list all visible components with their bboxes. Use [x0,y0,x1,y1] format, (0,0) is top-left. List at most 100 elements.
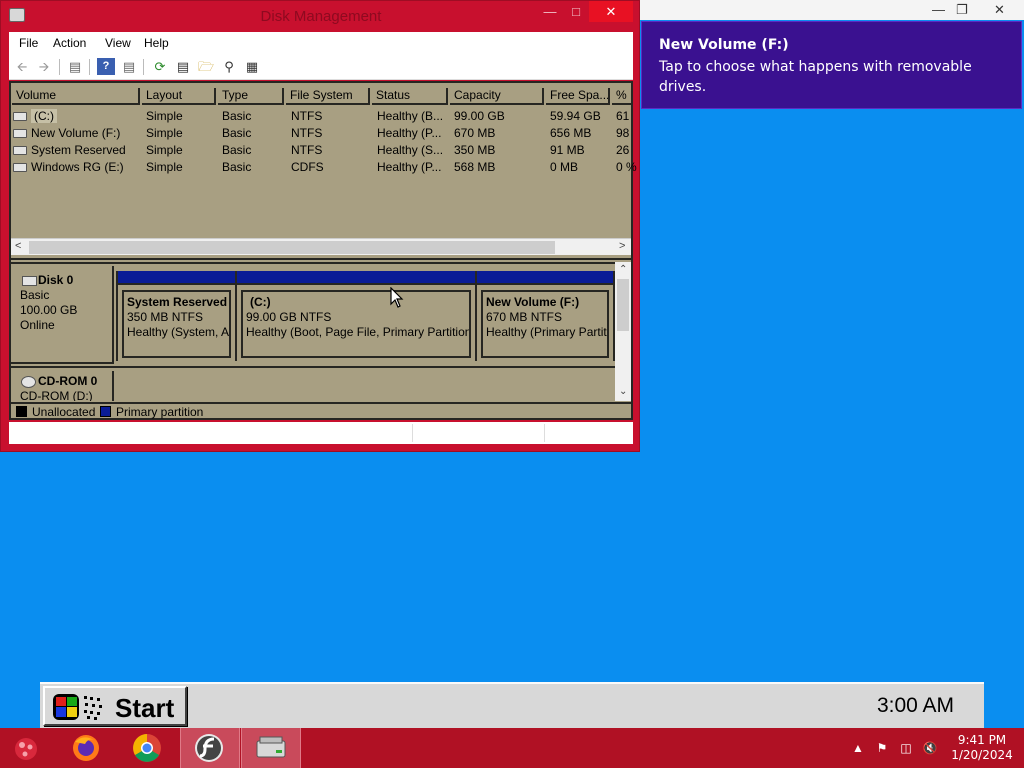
start-button[interactable]: Start [43,686,187,726]
column-header-percent-free[interactable]: % F [612,88,631,105]
properties-icon[interactable]: ▤ [120,58,138,75]
disk-separator [11,366,615,370]
partition-name: (C:) [250,295,271,309]
volume-percent-free: 61 [616,109,630,123]
forward-arrow-icon[interactable]: 🡪 [35,58,53,75]
primary-partition-bar [477,271,613,285]
menu-file[interactable]: File [19,36,38,50]
show-hidden-icons-icon[interactable]: ▲ [850,740,866,756]
refresh-icon[interactable]: ⟳ [151,58,169,75]
close-button[interactable]: ✕ [994,2,1005,18]
volume-row[interactable]: New Volume (F:) Simple Basic NTFS Health… [11,125,631,142]
cdrom-name: CD-ROM 0 [20,374,112,389]
scroll-up-arrow-icon[interactable]: ⌃ [619,264,627,275]
cdrom-sub: CD-ROM (D:) [20,389,93,401]
partition-size: 99.00 GB NTFS [246,310,332,324]
tray-time: 9:41 PM [957,733,1007,747]
volume-status: Healthy (P... [377,160,442,174]
volume-layout: Simple [146,126,183,140]
disk-0-label[interactable]: Disk 0 Basic 100.00 GB Online [11,266,114,364]
column-header-free-space[interactable]: Free Spa... [546,88,610,105]
column-header-layout[interactable]: Layout [142,88,216,105]
chrome-taskbar-button[interactable] [117,728,177,768]
close-button[interactable]: ✕ [589,1,633,22]
column-header-type[interactable]: Type [218,88,284,105]
firefox-taskbar-button[interactable] [56,728,116,768]
help-icon[interactable]: ? [97,58,115,75]
volume-capacity: 568 MB [454,160,496,174]
volume-row[interactable]: System Reserved Simple Basic NTFS Health… [11,142,631,159]
disk-management-content: Volume Layout Type File System Status Ca… [9,81,637,420]
volume-name: New Volume (F:) [31,126,121,140]
volume-filesystem: NTFS [291,109,323,123]
console-tree-icon[interactable]: ▤ [66,58,84,75]
pane-splitter[interactable] [11,258,631,264]
partition-size: 350 MB NTFS [127,310,204,324]
tray-clock[interactable]: 9:41 PM 1/20/2024 [950,733,1014,763]
flash-icon [195,734,223,762]
volume-free-space: 0 MB [550,160,579,174]
scroll-left-arrow-icon[interactable]: < [15,240,21,252]
partition-status: Healthy (System, Ac [127,325,231,339]
disk-name: Disk 0 [20,273,112,288]
start-label: Start [115,693,175,723]
volume-percent-free: 98 [616,126,630,140]
volume-filesystem: NTFS [291,143,323,157]
horizontal-scrollbar[interactable]: < > [11,238,631,255]
partition-c[interactable]: (C:) 99.00 GB NTFS Healthy (Boot, Page F… [237,271,477,361]
retro-start-bar: Start 3:00 AM [40,682,984,728]
rescan-icon[interactable]: ▤ [174,58,192,75]
action-center-flag-icon[interactable]: ⚑ [874,740,890,756]
column-header-status[interactable]: Status [372,88,448,105]
column-header-volume[interactable]: Volume [12,88,140,105]
restore-button[interactable]: ❐ [956,2,968,18]
disk-management-window[interactable]: Disk Management — □ ✕ File Action View H… [0,0,640,452]
menu-view[interactable]: View [105,36,131,50]
menu-help[interactable]: Help [144,36,169,50]
menu-action[interactable]: Action [53,36,86,50]
flash-taskbar-button[interactable] [180,728,240,768]
scroll-right-arrow-icon[interactable]: > [619,240,625,252]
disk-management-taskbar-button[interactable] [241,728,301,768]
window-titlebar[interactable]: Disk Management — □ ✕ [1,1,639,31]
volume-free-space: 91 MB [550,143,585,157]
maximize-button[interactable]: □ [561,1,591,22]
volume-muted-icon[interactable]: 🔇 [922,740,938,756]
toolbar-separator [143,59,144,75]
partition-f[interactable]: New Volume (F:) 670 MB NTFS Healthy (Pri… [477,271,615,361]
volume-row[interactable]: (C:) Simple Basic NTFS Healthy (B... 99.… [11,108,631,125]
minimize-button[interactable]: — [932,2,945,17]
horizontal-scroll-thumb[interactable] [29,241,555,254]
volume-name: Windows RG (E:) [31,160,124,174]
search-icon[interactable]: ⚲ [220,58,238,75]
volume-free-space: 59.94 GB [550,109,601,123]
scroll-down-arrow-icon[interactable]: ⌄ [619,386,627,397]
volume-status: Healthy (P... [377,126,442,140]
column-header-capacity[interactable]: Capacity [450,88,544,105]
network-icon[interactable]: ◫ [898,740,914,756]
volume-type: Basic [222,109,252,123]
open-folder-icon[interactable]: 🗁 [197,58,215,75]
legend-unallocated: Unallocated [32,405,96,419]
disk-type: Basic [20,288,50,302]
partition-system-reserved[interactable]: System Reserved 350 MB NTFS Healthy (Sys… [116,271,237,361]
toolbar: 🡨 🡪 ▤ ? ▤ ⟳ ▤ 🗁 ⚲ ▦ [9,54,633,80]
start-orb-button[interactable] [0,728,60,768]
chrome-icon [133,734,161,762]
autoplay-notification[interactable]: New Volume (F:) Tap to choose what happe… [641,21,1022,109]
volume-row[interactable]: Windows RG (E:) Simple Basic CDFS Health… [11,159,637,176]
status-bar [9,422,633,444]
volume-name: (C:) [31,109,57,123]
column-header-filesystem[interactable]: File System [286,88,370,105]
primary-partition-bar [237,271,475,285]
partition-size: 670 MB NTFS [486,310,563,324]
mouse-cursor-icon [390,287,404,308]
status-divider [544,424,545,442]
vertical-scrollbar[interactable]: ⌃ ⌄ [615,262,631,401]
cdrom-0-label[interactable]: CD-ROM 0 CD-ROM (D:) [11,371,114,401]
vertical-scroll-thumb[interactable] [617,279,629,331]
back-arrow-icon[interactable]: 🡨 [13,58,31,75]
menu-bar: File Action View Help [9,32,633,54]
settings-icon[interactable]: ▦ [243,58,261,75]
cd-drive-icon [13,163,27,172]
